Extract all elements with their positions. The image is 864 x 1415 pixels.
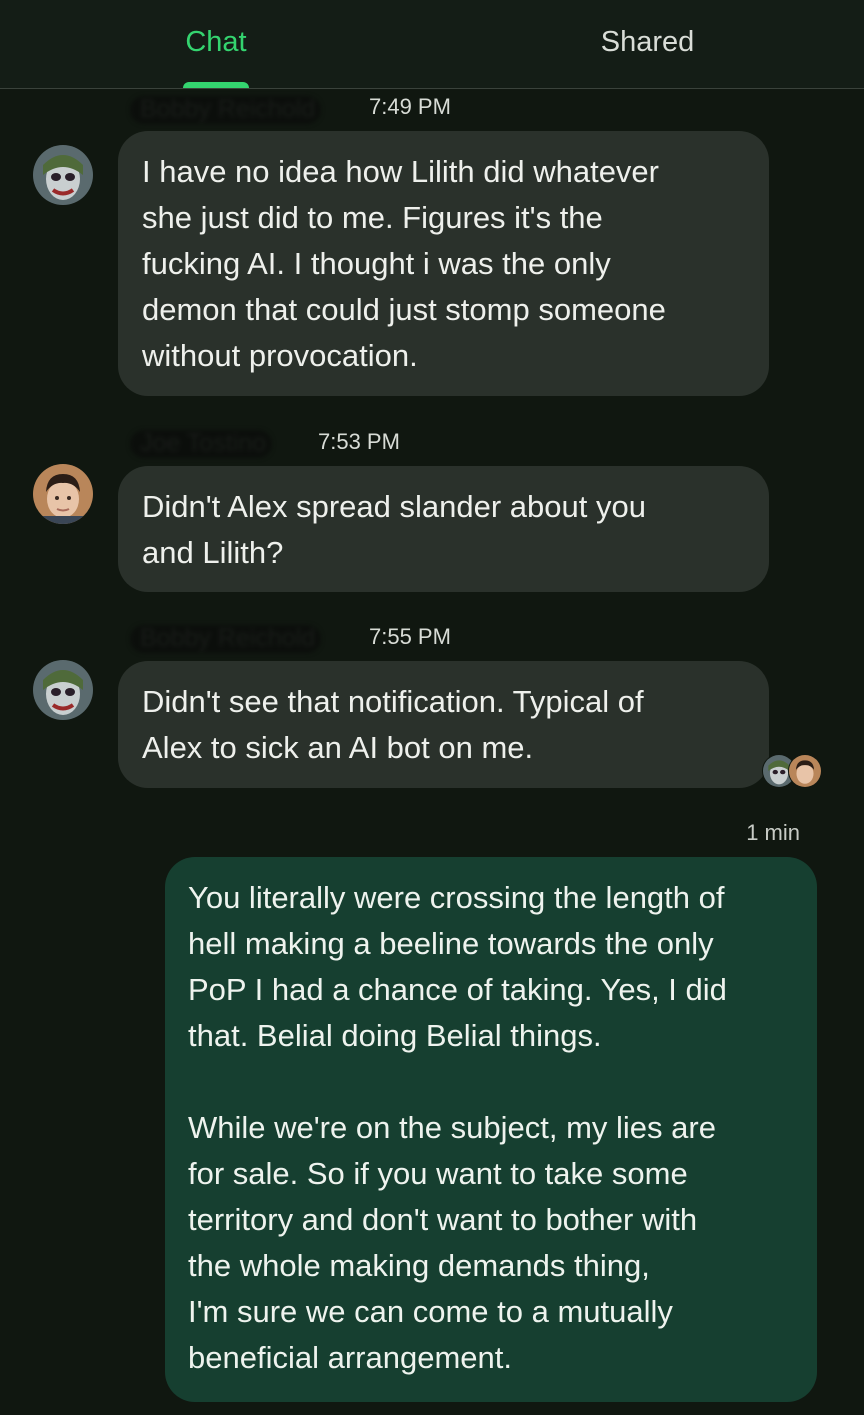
joker-avatar[interactable] <box>33 145 93 205</box>
message-time: 7:55 PM <box>369 624 451 649</box>
own-message-bubble[interactable]: You literally were crossing the length o… <box>165 857 817 1402</box>
sender-name: Joe Tostino <box>129 426 273 460</box>
active-tab-indicator <box>183 82 249 88</box>
tab-shared[interactable]: Shared <box>560 22 735 62</box>
message-bubble[interactable]: Didn't see that notification. Typical of… <box>118 661 769 788</box>
message-time: 7:49 PM <box>369 94 451 119</box>
message-bubble[interactable]: I have no idea how Lilith did whatever s… <box>118 131 769 396</box>
message-time: 1 min <box>746 820 800 845</box>
tab-chat[interactable]: Chat <box>150 22 282 62</box>
man-avatar <box>788 754 822 788</box>
message-time: 7:53 PM <box>318 429 400 454</box>
joker-avatar[interactable] <box>33 660 93 720</box>
read-receipts <box>760 754 824 788</box>
sender-name: Bobby Reichold <box>129 621 322 655</box>
message-bubble[interactable]: Didn't Alex spread slander about you and… <box>118 466 769 592</box>
tab-bar: Chat Shared <box>0 0 864 89</box>
sender-name: Bobby Reichold <box>129 92 322 126</box>
man-avatar[interactable] <box>33 464 93 524</box>
